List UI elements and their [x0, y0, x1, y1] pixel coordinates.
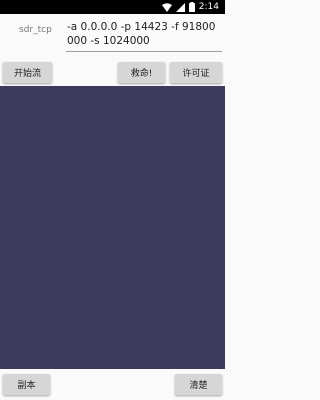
- status-time: 2:14: [198, 2, 219, 12]
- sdr-label: sdr_tcp: [19, 25, 52, 35]
- args-input[interactable]: -a 0.0.0.0 -p 14423 -f 91800000 -s 10240…: [66, 20, 222, 52]
- start-stream-button[interactable]: 开始流: [3, 62, 52, 83]
- clear-button[interactable]: 清楚: [175, 374, 222, 395]
- wifi-icon: [161, 2, 172, 12]
- copy-button[interactable]: 副本: [3, 374, 50, 395]
- cellular-signal-icon: [175, 2, 185, 12]
- help-button[interactable]: 救命!: [118, 62, 165, 83]
- status-icons: 2:14: [161, 2, 219, 12]
- output-panel[interactable]: [0, 86, 225, 369]
- status-bar: 2:14: [0, 0, 225, 14]
- license-button[interactable]: 许可证: [170, 62, 222, 83]
- battery-icon: [188, 2, 195, 12]
